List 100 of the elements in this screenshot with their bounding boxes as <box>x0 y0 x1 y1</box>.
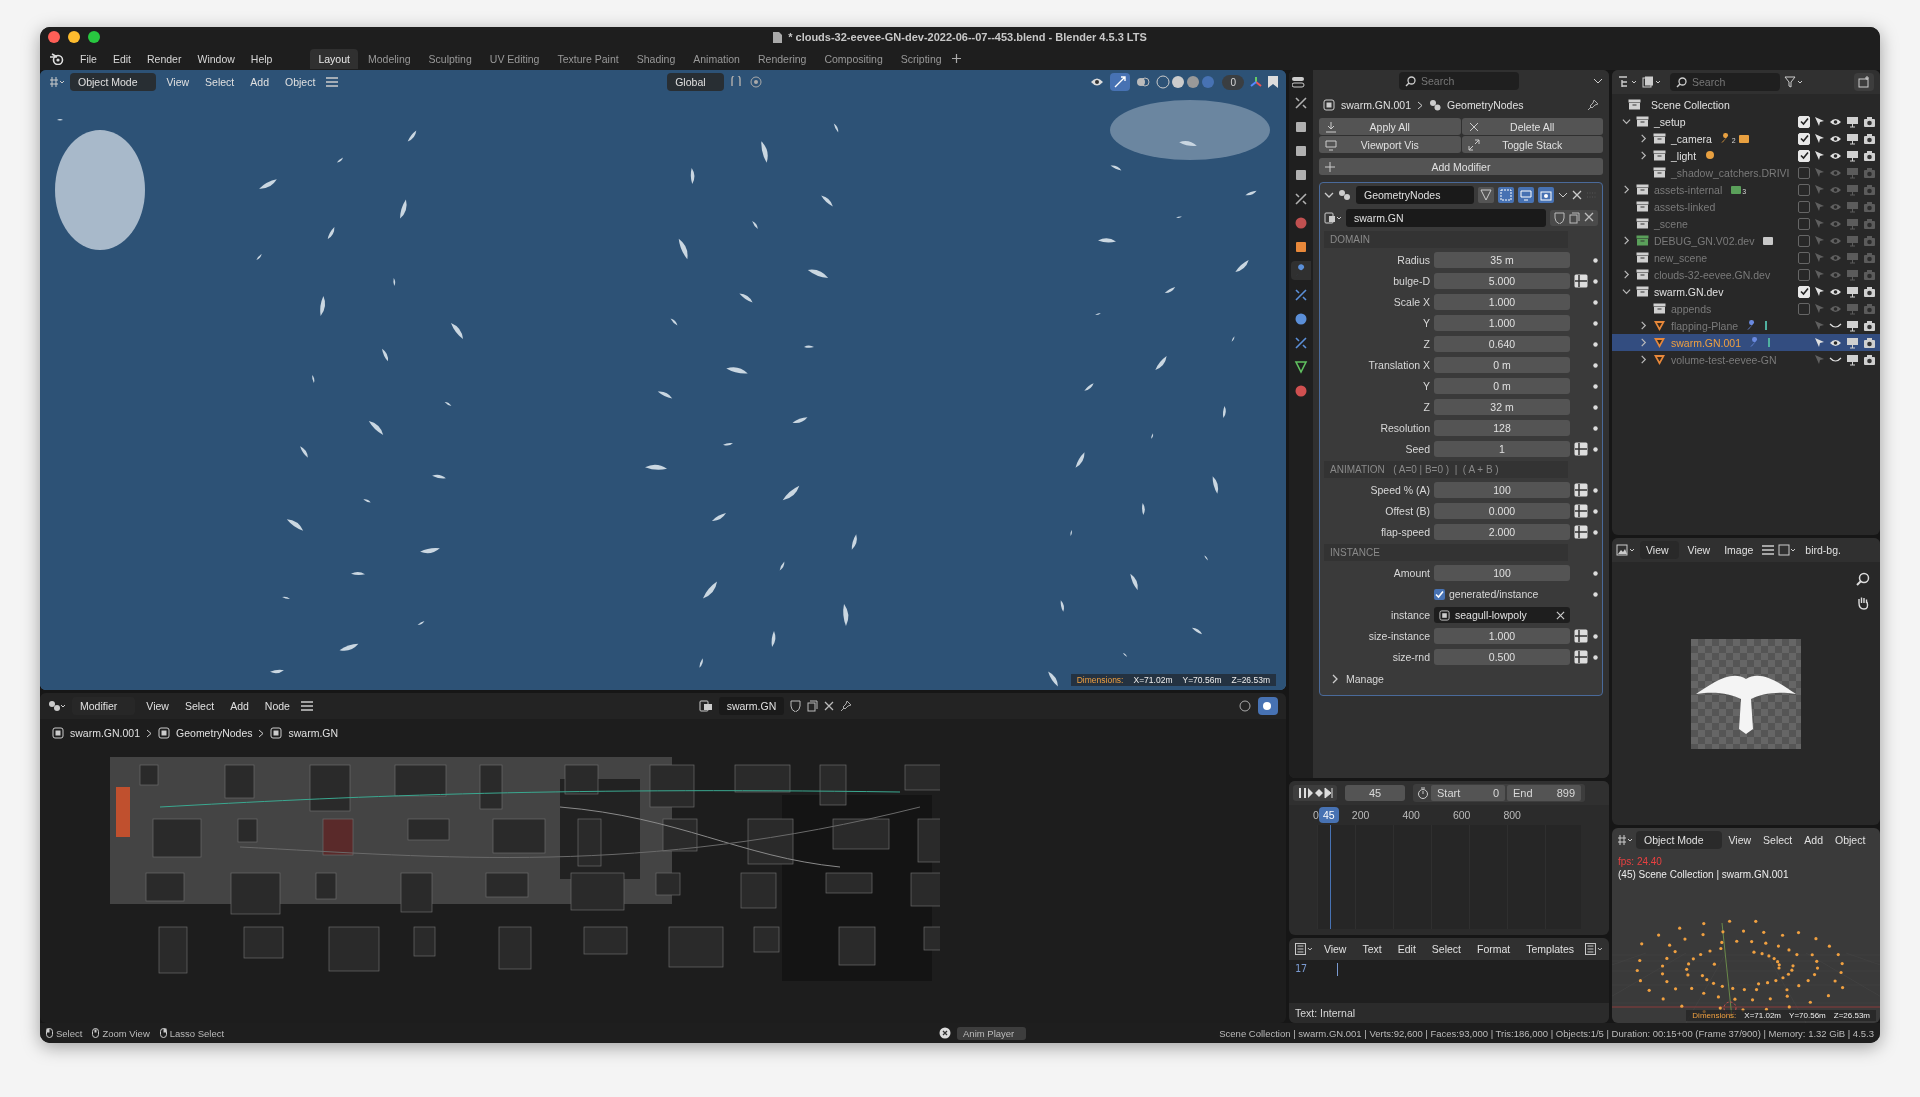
viewport-info: (45) Scene Collection | swarm.GN.001 <box>1618 869 1790 880</box>
menu-item[interactable]: Window <box>191 52 241 65</box>
dimension-z: Z=26.53m <box>1833 1011 1870 1020</box>
breadcrumb-item[interactable]: swarm.GN.001 <box>70 727 141 739</box>
orientation-dropdown[interactable]: Global <box>667 73 724 91</box>
number-field[interactable]: 100 <box>1434 482 1570 498</box>
property-label: Translation X <box>1367 359 1430 371</box>
menu-item[interactable]: Edit <box>106 52 137 65</box>
modifier-action-button[interactable]: Delete All <box>1461 118 1603 135</box>
number-field[interactable]: 1.000 <box>1434 315 1570 331</box>
number-field[interactable]: 1.000 <box>1434 294 1570 310</box>
modifier-action-button[interactable]: Toggle Stack <box>1461 136 1603 153</box>
dimensions-label: Dimensions: <box>1692 1011 1737 1020</box>
menu-item[interactable]: Select <box>179 700 220 712</box>
property-label: Amount <box>1392 567 1430 579</box>
property-label: Resolution <box>1379 422 1430 434</box>
number-field[interactable]: 1 <box>1434 441 1570 457</box>
section-header[interactable]: DOMAIN <box>1324 231 1568 248</box>
subpanel-title[interactable]: Manage <box>1346 673 1384 685</box>
menu-item[interactable]: Text <box>1357 943 1387 955</box>
tree-item[interactable]: swarm.GN.dev <box>1654 285 1724 298</box>
workspace-tab[interactable]: Shading <box>628 48 684 69</box>
menu-item[interactable]: Select <box>200 76 240 88</box>
breadcrumb-item[interactable]: GeometryNodes <box>176 727 253 739</box>
menu-item[interactable]: Image <box>1719 544 1759 556</box>
property-label: Scale X <box>1392 296 1430 308</box>
number-field[interactable]: 2.000 <box>1434 524 1570 540</box>
current-frame-field[interactable]: 45 <box>1345 785 1405 801</box>
number-field[interactable]: 0 m <box>1434 357 1570 373</box>
workspace-tab[interactable]: Rendering <box>749 48 815 69</box>
fps-readout: fps: 24.40 <box>1618 856 1663 867</box>
menu-item[interactable]: Add <box>245 76 274 88</box>
menu-item[interactable]: Object <box>1830 834 1871 846</box>
number-field[interactable]: 0.640 <box>1434 336 1570 352</box>
menu-item[interactable]: View <box>1318 943 1352 955</box>
number-field[interactable]: 32 m <box>1434 399 1570 415</box>
section-header[interactable]: ANIMATION ( A=0 | B=0 ) | ( A + B ) <box>1324 461 1568 478</box>
running-job-label[interactable]: Anim Player <box>957 1026 1027 1040</box>
line-number: 17 <box>1295 963 1308 974</box>
menu-item[interactable]: Node <box>259 700 295 712</box>
number-field[interactable]: 0 m <box>1434 378 1570 394</box>
menu-item[interactable]: Templates <box>1521 943 1580 955</box>
menu-item[interactable]: Add <box>225 700 254 712</box>
start-frame-field[interactable]: Start 0 <box>1431 785 1505 801</box>
menu-item[interactable]: Format <box>1472 943 1516 955</box>
modifier-action-button[interactable]: Apply All <box>1319 118 1461 135</box>
menu-item[interactable]: Object <box>280 76 321 88</box>
node-group-field[interactable]: swarm.GN <box>1346 209 1546 227</box>
workspace-tab[interactable]: Animation <box>685 48 748 69</box>
workspace-tab[interactable]: UV Editing <box>481 48 548 69</box>
menu-item[interactable]: Select <box>1758 834 1798 846</box>
image-name[interactable]: bird-bg. <box>1800 544 1846 556</box>
menu-item[interactable]: Edit <box>1392 943 1421 955</box>
workspace-tab[interactable]: Texture Paint <box>549 48 627 69</box>
workspace-tab[interactable]: Sculpting <box>420 48 480 69</box>
breadcrumb-item[interactable]: swarm.GN <box>288 727 339 739</box>
mode-dropdown[interactable]: Object Mode <box>1636 831 1722 849</box>
menu-item[interactable]: View <box>1682 544 1716 556</box>
workspace-tab[interactable]: Modeling <box>359 48 419 69</box>
menu-item[interactable]: Add <box>1799 834 1828 846</box>
number-field[interactable]: 1.000 <box>1434 628 1570 644</box>
view-mode-dropdown[interactable]: View <box>1640 541 1679 559</box>
menu-item[interactable]: Help <box>244 52 279 65</box>
menu-item[interactable]: View <box>141 700 174 712</box>
section-header[interactable]: INSTANCE <box>1324 544 1568 561</box>
end-frame-field[interactable]: End 899 <box>1507 785 1581 801</box>
dimension-x: X=71.02m <box>1744 1011 1782 1020</box>
checkbox-label: generated/instance <box>1449 588 1539 600</box>
search-field[interactable]: Search <box>1399 72 1519 90</box>
menu-item[interactable]: File <box>74 52 103 65</box>
mode-dropdown[interactable]: Object Mode <box>70 73 156 91</box>
number-field[interactable]: 5.000 <box>1434 273 1570 289</box>
object-field[interactable]: seagull-lowpoly <box>1434 607 1570 623</box>
add-modifier-button[interactable]: Add Modifier <box>1319 158 1603 175</box>
number-field[interactable]: 35 m <box>1434 252 1570 268</box>
modifier-action-button[interactable]: Viewport Vis <box>1319 136 1461 153</box>
search-field[interactable]: Search <box>1670 73 1780 91</box>
context-dropdown[interactable]: Modifier <box>72 697 136 715</box>
breadcrumb-item: GeometryNodes <box>1447 99 1524 111</box>
menu-item[interactable]: View <box>161 76 195 88</box>
tree-item[interactable]: _light <box>1671 149 1697 162</box>
property-label: Z <box>1422 401 1430 413</box>
modifier-name-field[interactable]: GeometryNodes <box>1356 186 1474 204</box>
tree-item[interactable]: _setup <box>1654 115 1686 128</box>
menu-item[interactable]: View <box>1723 834 1757 846</box>
number-field[interactable]: 0.000 <box>1434 503 1570 519</box>
tree-item[interactable]: _camera <box>1671 132 1712 145</box>
breadcrumb-item: swarm.GN.001 <box>1341 99 1412 111</box>
menu-item[interactable]: Select <box>1426 943 1466 955</box>
tree-item[interactable]: Scene Collection <box>1651 98 1730 111</box>
workspace-tab[interactable]: Compositing <box>816 48 891 69</box>
number-field[interactable]: 100 <box>1434 565 1570 581</box>
number-field[interactable]: 0.500 <box>1434 649 1570 665</box>
node-group-field[interactable]: swarm.GN <box>718 697 785 715</box>
number-field[interactable]: 128 <box>1434 420 1570 436</box>
menu-item[interactable]: Render <box>141 52 188 65</box>
workspace-tab[interactable]: Scripting <box>892 48 950 69</box>
workspace-tab[interactable]: Layout <box>310 48 358 69</box>
property-label: bulge-D <box>1392 275 1430 287</box>
playhead-label[interactable]: 45 <box>1319 807 1339 823</box>
